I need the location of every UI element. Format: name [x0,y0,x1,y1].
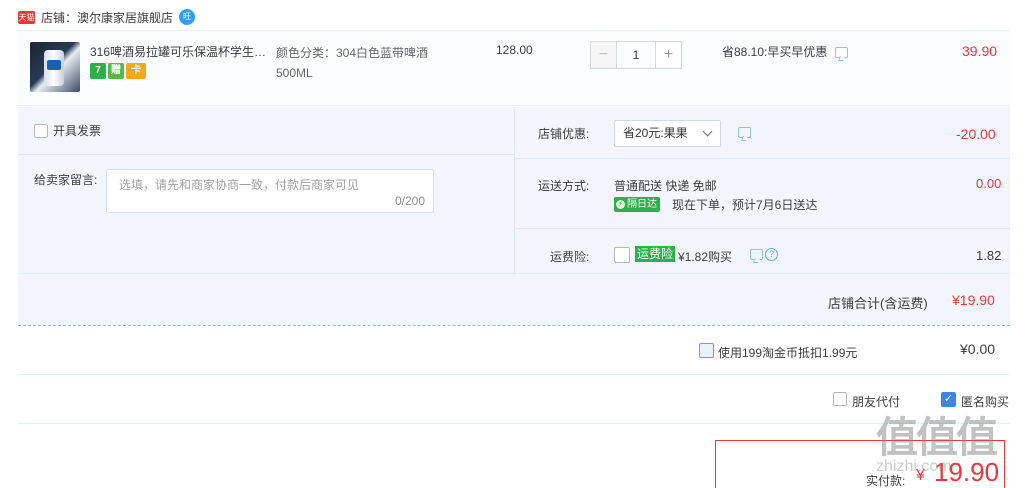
seller-message-placeholder: 选填，请先和商家协商一致，付款后商家可见 [119,178,360,192]
invoice-checkbox[interactable] [34,123,48,138]
insurance-label: 运费险: [550,250,590,264]
wangwang-chat-icon[interactable]: 旺 [179,9,196,25]
product-badges: 7 赠 卡 [90,63,146,79]
item-subtotal: 39.90 [962,43,998,59]
shipping-method: 普通配送 快递 免邮 [614,179,717,193]
gift-icon[interactable]: 赠 [108,63,124,79]
lightning-icon: ⚡ [616,200,625,209]
credit-card-icon[interactable]: 卡 [126,63,146,79]
pay-options-row: 朋友代付 ✓ 匿名购买 [18,376,1010,424]
options-divider [18,154,514,155]
options-divider [515,228,1010,229]
shop-total-amount: ¥19.90 [952,292,995,308]
options-divider [514,107,515,274]
coupon-info-icon[interactable] [738,127,751,138]
shipping-label: 运送方式: [538,179,590,193]
chevron-down-icon [702,126,713,137]
quantity-stepper: − 1 + [590,41,682,69]
shop-coupon-amount: -20.00 [956,126,996,142]
next-day-label: 隔日达 [627,199,657,210]
coins-label: 使用199淘金币抵扣1.99元 [718,346,858,360]
item-promotion: 省88.10:早买早优惠 [722,43,848,60]
promo-info-icon[interactable] [834,47,848,58]
seller-message-label: 给卖家留言: [34,173,98,187]
site-watermark-url: zhizhi.com [876,458,952,475]
quantity-input[interactable]: 1 [617,41,655,69]
shop-header: 天猫 店铺：澳尔康家居旗舰店 旺 [18,6,196,28]
shop-coupon-selected: 省20元:果果 [623,126,688,140]
options-divider [515,158,1010,159]
unit-price: 128.00 [496,43,533,57]
shop-coupon-label: 店铺优惠: [538,127,590,141]
seller-message-input[interactable]: 选填，请先和商家协商一致，付款后商家可见 0/200 [106,169,434,213]
coins-amount: ¥0.00 [960,341,996,357]
quantity-increase-button[interactable]: + [655,41,682,69]
seller-message-counter: 0/200 [394,194,425,208]
coins-checkbox[interactable] [699,343,714,358]
next-day-badge: ⚡ 隔日达 [614,197,660,212]
product-title[interactable]: 316啤酒易拉罐可乐保温杯学生女便携 [90,43,270,60]
item-promotion-label: 省88.10:早买早优惠 [722,45,828,59]
shop-total-label: 店铺合计(含运费) [828,296,928,311]
order-options-panel: 开具发票 给卖家留言: 选填，请先和商家协商一致，付款后商家可见 0/200 店… [18,107,1010,274]
friend-pay-checkbox[interactable] [833,392,847,406]
shop-name[interactable]: 店铺：澳尔康家居旗舰店 [41,9,173,26]
tmall-logo-icon: 天猫 [18,10,35,24]
insurance-help: ? [750,248,778,261]
question-icon[interactable]: ? [765,248,778,261]
invoice-label: 开具发票 [53,124,102,138]
product-sku: 颜色分类：304白色蓝带啤酒500ML [276,46,429,80]
insurance-tag: 运费险 [635,246,676,262]
product-thumbnail[interactable] [30,42,80,92]
seven-day-return-icon[interactable]: 7 [90,63,106,79]
quantity-decrease-button[interactable]: − [590,41,617,69]
insurance-price: ¥1.82购买 [678,250,733,264]
site-watermark: 值值值 [876,414,998,461]
cart-item-row: 316啤酒易拉罐可乐保温杯学生女便携 7 赠 卡 颜色分类：304白色蓝带啤酒5… [18,30,1010,106]
invoice-option[interactable]: 开具发票 [34,122,101,139]
insurance-checkbox[interactable] [614,247,630,263]
shop-total-row: 店铺合计(含运费) ¥19.90 [18,274,1010,326]
shipping-eta: 现在下单，预计7月6日送达 [672,198,818,212]
taobao-coins-row: 使用199淘金币抵扣1.99元 ¥0.00 [18,327,1010,375]
insurance-info-icon[interactable] [750,249,763,260]
insurance-amount: 1.82 [976,248,1002,263]
shipping-amount: 0.00 [976,176,1002,191]
shop-coupon-select[interactable]: 省20元:果果 [614,120,721,147]
